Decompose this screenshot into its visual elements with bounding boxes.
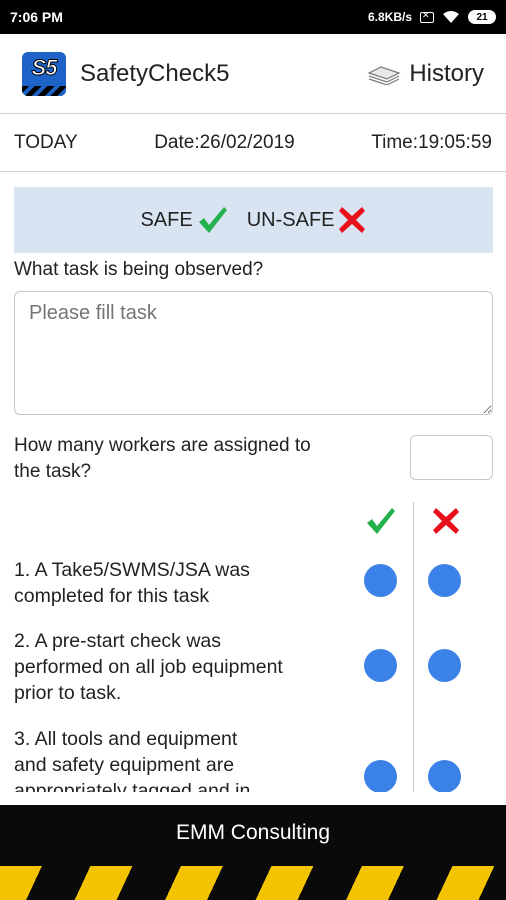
green-check-icon: [198, 207, 227, 233]
workers-question-line1: How many workers are assigned to: [14, 435, 311, 456]
checklist-item-line: prior to task.: [14, 682, 122, 704]
no-sim-icon: [420, 10, 434, 23]
logo-hazard-stripes: [22, 85, 66, 96]
history-button[interactable]: History: [367, 60, 484, 88]
checklist-item-line: 3. All tools and equipment: [14, 728, 238, 750]
safe-label: SAFE: [140, 208, 193, 231]
checklist-item-line: and safety equipment are: [14, 754, 235, 776]
status-bar: 7:06 PM 6.8KB/s 21: [0, 0, 506, 34]
company-name: EMM Consulting: [175, 821, 331, 844]
item-1-unsafe-radio[interactable]: [428, 564, 461, 597]
logo-text: S5: [31, 54, 58, 80]
item-1-safe-radio[interactable]: [364, 564, 397, 597]
unsafe-column-cross-icon: [433, 508, 459, 534]
task-input[interactable]: [14, 291, 493, 415]
wifi-icon: [443, 11, 459, 23]
app-title: SafetyCheck5: [80, 59, 230, 87]
task-question: What task is being observed?: [14, 259, 264, 280]
workers-count-input[interactable]: [410, 435, 493, 480]
safe-unsafe-legend: SAFE UN-SAFE: [14, 187, 493, 253]
red-cross-icon: [338, 207, 365, 233]
date-time-row: TODAY Date:26/02/2019 Time:19:05:59: [0, 114, 506, 172]
safe-column-check-icon: [367, 508, 395, 534]
clock: 7:06 PM: [10, 9, 63, 25]
app-bar: S5 SafetyCheck5 History: [0, 34, 506, 114]
checklist-item-line: performed on all job equipment: [14, 656, 283, 678]
checklist-item-line: appropriately tagged and in: [14, 780, 251, 792]
safe-legend: SAFE: [140, 203, 228, 237]
item-2-unsafe-radio[interactable]: [428, 649, 461, 682]
network-speed: 6.8KB/s: [367, 10, 412, 24]
item-3-safe-radio[interactable]: [364, 760, 397, 792]
checklist-item-3: 3. All tools and equipment and safety eq…: [14, 726, 344, 792]
workers-question-line2: the task?: [14, 461, 92, 482]
unsafe-legend: UN-SAFE: [247, 205, 367, 235]
checklist[interactable]: 1. A Take5/SWMS/JSA was completed for th…: [0, 502, 506, 792]
checklist-item-line: 2. A pre-start check was: [14, 630, 222, 652]
checklist-item-line: completed for this task: [14, 585, 210, 607]
time-label: Time:19:05:59: [371, 131, 492, 153]
column-divider: [413, 502, 414, 792]
checklist-item-line: 1. A Take5/SWMS/JSA was: [14, 559, 250, 581]
checklist-item-2: 2. A pre-start check was performed on al…: [14, 628, 344, 706]
item-2-safe-radio[interactable]: [364, 649, 397, 682]
hazard-stripes: [0, 866, 506, 900]
history-label: History: [409, 59, 484, 87]
today-label: TODAY: [14, 131, 78, 153]
battery-icon: 21: [468, 10, 496, 24]
app-logo: S5: [22, 51, 66, 96]
status-icons: 6.8KB/s 21: [368, 10, 496, 24]
item-3-unsafe-radio[interactable]: [428, 760, 461, 792]
unsafe-label: UN-SAFE: [246, 208, 335, 231]
date-label: Date:26/02/2019: [154, 131, 295, 153]
papers-stack-icon: [367, 65, 401, 85]
footer-banner: EMM Consulting: [0, 805, 506, 900]
workers-question: How many workers are assigned to the tas…: [14, 433, 311, 485]
checklist-item-1: 1. A Take5/SWMS/JSA was completed for th…: [14, 557, 344, 609]
battery-level: 21: [476, 11, 488, 23]
